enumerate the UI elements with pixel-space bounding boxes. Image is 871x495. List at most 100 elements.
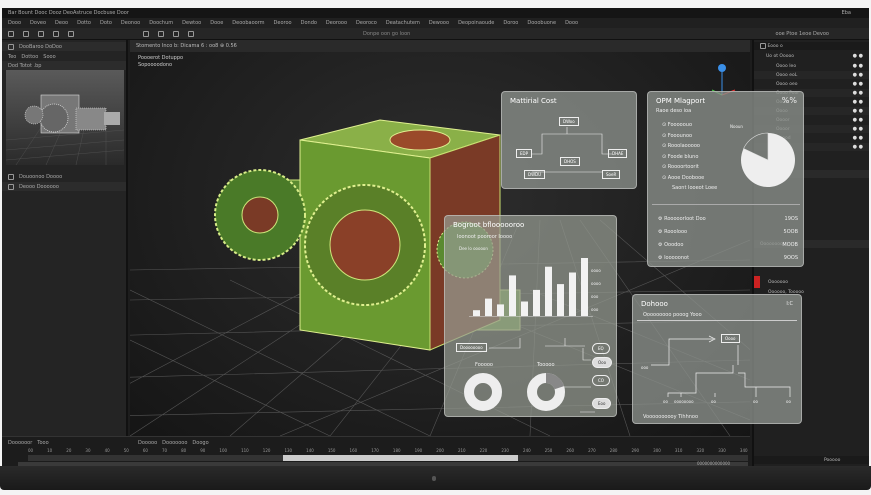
item-icon xyxy=(8,183,14,190)
timeline-left-labels: Doooooor Tooo xyxy=(2,438,122,447)
timeline-selection[interactable] xyxy=(283,455,518,461)
move-icon[interactable] xyxy=(158,30,164,37)
visibility-icon[interactable]: ● ● xyxy=(853,53,863,59)
visibility-icon[interactable]: ● ● xyxy=(853,126,863,132)
menu-item[interactable]: Deoobaoorm xyxy=(232,20,264,26)
menu-item[interactable]: Deatachutem xyxy=(386,20,420,26)
opm-item-label: Fooooouo xyxy=(667,122,693,128)
opm-item: ⊙ Foode bluno xyxy=(662,152,704,163)
opm-item: ⊙ Fooooouo xyxy=(662,120,704,131)
menu-item[interactable]: Dewooo xyxy=(429,20,449,26)
frame-tick: 260 xyxy=(566,448,575,453)
outliner-item[interactable]: Oooo eoL ● ● xyxy=(754,71,869,79)
menu-item[interactable]: Deoroco xyxy=(356,20,377,26)
visibility-icon[interactable]: ● ● xyxy=(853,135,863,141)
file-row[interactable]: Dod Totot .bp xyxy=(2,61,126,70)
outliner-root[interactable]: Uo ot Ooooo ● ● xyxy=(754,52,869,60)
divider xyxy=(652,204,800,205)
row-label: Ooooooo xyxy=(768,279,789,285)
menu-item[interactable]: Dooo xyxy=(565,20,578,26)
pill[interactable]: CO xyxy=(592,375,610,386)
outliner-item[interactable]: Oooo oeo ● ● xyxy=(754,80,869,88)
frame-tick: 90 xyxy=(200,448,206,453)
menu-item[interactable]: Doto xyxy=(100,20,112,26)
visibility-icon[interactable]: ● ● xyxy=(853,108,863,114)
toolbar-right-label: ooe Ptoe 1eoe Devoo xyxy=(775,30,829,37)
menu-item[interactable]: Deopoinaoude xyxy=(458,20,494,26)
visibility-icon[interactable]: ● ● xyxy=(853,144,863,150)
outliner-search[interactable]: Eooo o xyxy=(767,44,782,49)
frame-tick: 320 xyxy=(696,448,705,453)
menu-item[interactable]: Doroo xyxy=(503,20,518,26)
menu-item[interactable]: Doochum xyxy=(149,20,173,26)
timeline-track[interactable] xyxy=(28,455,748,461)
flow-node: DHOS xyxy=(560,157,580,166)
pill[interactable]: Eoo xyxy=(592,398,612,409)
visibility-icon[interactable]: ● ● xyxy=(853,90,863,96)
menu-item[interactable]: Deoroo xyxy=(274,20,292,26)
frame-tick: 140 xyxy=(306,448,314,453)
leaf-label: oo xyxy=(753,399,758,404)
opm-stat-row: ⚙ Iooooonot 9OOS xyxy=(658,252,798,265)
rotate-icon[interactable] xyxy=(173,30,179,37)
opm-item-list: ⊙ Fooooouo ⊙ Fooounoo ⊙ Rooolaooooo ⊙ Foode… xyxy=(662,120,704,183)
left-row[interactable]: Deooo Doooooo xyxy=(2,182,126,191)
visibility-icon[interactable]: ● ● xyxy=(853,117,863,123)
flow-node: SoeR xyxy=(602,170,621,179)
pill[interactable]: Ooo xyxy=(592,357,613,368)
opm-stat-value: MOOB xyxy=(782,242,798,248)
frame-tick: 20 xyxy=(66,448,72,453)
leaf-label: oo xyxy=(711,399,716,404)
opm-report-panel: OPM Mlagport %% Raoe deso ioa ⊙ Fooooouo… xyxy=(647,91,804,267)
close-icon[interactable]: %% xyxy=(782,96,797,105)
menu-item[interactable]: Dooe xyxy=(210,20,223,26)
donut-chart-1 xyxy=(464,373,502,411)
opm-stat-text: Rooolooo xyxy=(664,229,688,235)
frame-tick: 270 xyxy=(588,448,596,453)
tool-icon[interactable] xyxy=(53,30,59,37)
menu-item[interactable]: Deorooo xyxy=(326,20,347,26)
menu-item[interactable]: Dondo xyxy=(301,20,317,26)
opm-stat-label: ⚙ Rooooorloot Doo xyxy=(658,213,706,226)
menu-item[interactable]: Doveo xyxy=(30,20,46,26)
frame-tick: 190 xyxy=(414,448,423,453)
power-led xyxy=(432,476,436,481)
tool-icon[interactable] xyxy=(38,30,44,37)
outliner-item[interactable]: Oooo Ieo ● ● xyxy=(754,62,869,70)
frame-tick: 310 xyxy=(674,448,683,453)
menu-item[interactable]: Deoo xyxy=(55,20,68,26)
timeline-tab[interactable]: Dooooo xyxy=(138,440,157,446)
panel-subtitle: Raoe deso ioa xyxy=(656,108,692,114)
tool-icon[interactable] xyxy=(8,30,14,37)
search-input[interactable]: Donpe oon go loon xyxy=(363,31,410,37)
tool-icon[interactable] xyxy=(68,30,74,37)
menu-item[interactable]: Deonoo xyxy=(121,20,140,26)
opm-item-label: Roooortoorit xyxy=(667,164,699,170)
left-tab[interactable]: Sooo xyxy=(43,54,55,60)
menu-item[interactable]: Dewtoo xyxy=(182,20,201,26)
menu-item[interactable]: Dooobuone xyxy=(527,20,556,26)
outliner-item-label: Oooo eoL xyxy=(776,72,798,78)
visibility-icon[interactable]: ● ● xyxy=(853,72,863,78)
left-tab[interactable]: Dottoo xyxy=(21,54,38,60)
left-row-label: Deooo Doooooo xyxy=(19,183,59,190)
donut-label: Fooooo xyxy=(475,362,493,368)
donut-label: Tooooo xyxy=(537,362,555,368)
left-tab[interactable]: Teo xyxy=(8,54,16,60)
tool-icon[interactable] xyxy=(23,30,29,37)
visibility-icon[interactable]: ● ● xyxy=(853,63,863,69)
menu-item[interactable]: Dooo xyxy=(8,20,21,26)
timeline-tab[interactable]: Doogo xyxy=(192,440,208,446)
pill[interactable]: EO xyxy=(592,343,610,354)
timeline-tab[interactable]: Dooooooo xyxy=(162,440,187,446)
properties-row[interactable]: Ooooooo xyxy=(754,278,869,286)
scale-icon[interactable] xyxy=(188,30,194,37)
pie-label: Nooun xyxy=(730,124,743,129)
left-row[interactable]: Douoonoo Doooo xyxy=(2,172,126,181)
select-icon[interactable] xyxy=(143,30,149,37)
visibility-icon[interactable]: ● ● xyxy=(853,81,863,87)
opm-stat-label: ⚙ Ooodoo xyxy=(658,239,683,252)
visibility-icon[interactable]: ● ● xyxy=(853,99,863,105)
opm-item-label: Fooounoo xyxy=(667,132,693,139)
menu-item[interactable]: Dotto xyxy=(77,20,91,26)
